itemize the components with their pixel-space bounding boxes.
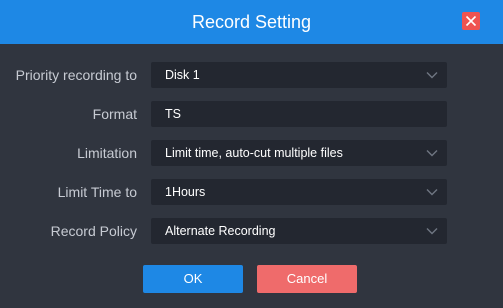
limitation-label: Limitation	[77, 145, 137, 161]
dialog-titlebar: Record Setting	[0, 0, 503, 44]
field-row-priority-recording: Priority recording to Disk 1	[0, 62, 503, 88]
chevron-down-icon	[426, 228, 438, 235]
format-value: TS	[165, 107, 181, 121]
field-row-format: Format TS	[0, 101, 503, 127]
record-policy-label: Record Policy	[50, 223, 137, 239]
close-button[interactable]	[462, 12, 480, 30]
format-label: Format	[92, 106, 137, 122]
cancel-button[interactable]: Cancel	[257, 265, 357, 293]
record-setting-dialog: Record Setting Priority recording to Dis…	[0, 0, 503, 308]
chevron-down-icon	[426, 72, 438, 79]
limit-time-select[interactable]: 1Hours	[151, 179, 447, 205]
chevron-down-icon	[426, 189, 438, 196]
priority-recording-value: Disk 1	[165, 68, 200, 82]
dialog-title: Record Setting	[191, 12, 312, 32]
record-policy-select[interactable]: Alternate Recording	[151, 218, 447, 244]
limit-time-value: 1Hours	[165, 185, 206, 199]
chevron-down-icon	[426, 150, 438, 157]
limitation-select[interactable]: Limit time, auto-cut multiple files	[151, 140, 447, 166]
ok-button[interactable]: OK	[143, 265, 243, 293]
field-row-record-policy: Record Policy Alternate Recording	[0, 218, 503, 244]
limit-time-label: Limit Time to	[57, 184, 137, 200]
close-icon	[465, 15, 477, 27]
priority-recording-select[interactable]: Disk 1	[151, 62, 447, 88]
field-row-limit-time: Limit Time to 1Hours	[0, 179, 503, 205]
record-policy-value: Alternate Recording	[165, 224, 276, 238]
priority-recording-label: Priority recording to	[15, 67, 137, 83]
format-field: TS	[151, 101, 447, 127]
field-row-limitation: Limitation Limit time, auto-cut multiple…	[0, 140, 503, 166]
limitation-value: Limit time, auto-cut multiple files	[165, 146, 343, 160]
